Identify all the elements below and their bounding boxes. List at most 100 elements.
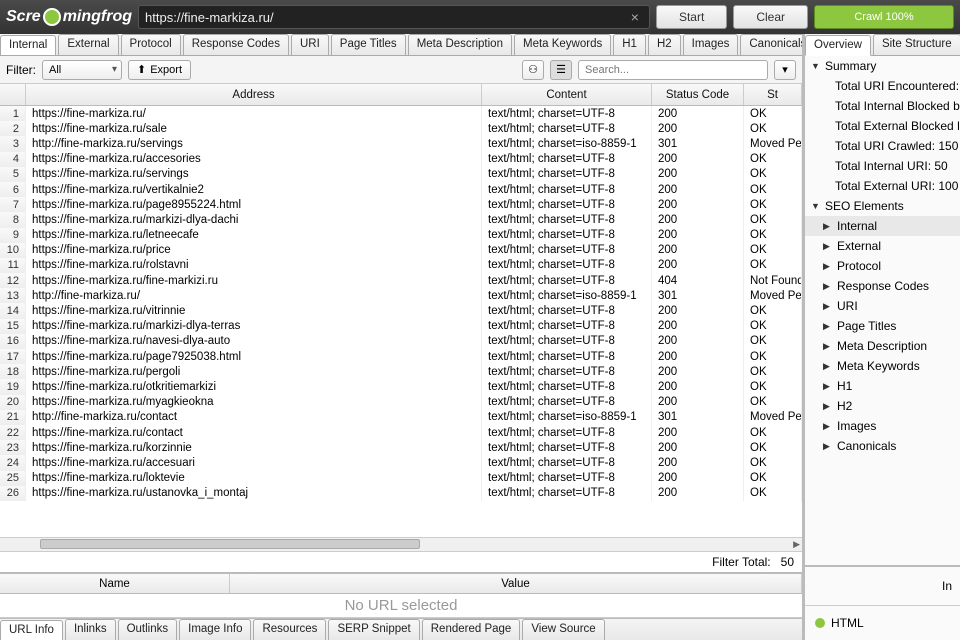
table-row[interactable]: 8https://fine-markiza.ru/markizi-dlya-da… (0, 212, 802, 227)
seo-item-h2[interactable]: ▶H2 (805, 396, 960, 416)
tab-protocol[interactable]: Protocol (121, 34, 181, 55)
seo-item-response-codes[interactable]: ▶Response Codes (805, 276, 960, 296)
bottom-tab-inlinks[interactable]: Inlinks (65, 619, 116, 640)
tab-meta-description[interactable]: Meta Description (408, 34, 512, 55)
tab-images[interactable]: Images (683, 34, 739, 55)
table-row[interactable]: 2https://fine-markiza.ru/saletext/html; … (0, 121, 802, 136)
col-status-text[interactable]: St (744, 84, 802, 105)
export-button[interactable]: ⬆Export (128, 60, 191, 80)
table-row[interactable]: 5https://fine-markiza.ru/servingstext/ht… (0, 167, 802, 182)
bottom-tab-rendered-page[interactable]: Rendered Page (422, 619, 521, 640)
bottom-tab-url-info[interactable]: URL Info (0, 620, 63, 640)
seo-item-h1[interactable]: ▶H1 (805, 376, 960, 396)
horizontal-scrollbar[interactable]: ▶ (0, 537, 802, 551)
seo-item-images[interactable]: ▶Images (805, 416, 960, 436)
seo-item-meta-description[interactable]: ▶Meta Description (805, 336, 960, 356)
table-row[interactable]: 24https://fine-markiza.ru/accesuaritext/… (0, 455, 802, 470)
table-row[interactable]: 4https://fine-markiza.ru/accesoriestext/… (0, 152, 802, 167)
table-row[interactable]: 26https://fine-markiza.ru/ustanovka_i_mo… (0, 486, 802, 501)
summary-item[interactable]: Total External URI: 100 (805, 176, 960, 196)
bottom-tab-outlinks[interactable]: Outlinks (118, 619, 178, 640)
cell-status-code: 200 (652, 364, 744, 379)
tab-canonicals[interactable]: Canonicals (740, 34, 802, 55)
tab-uri[interactable]: URI (291, 34, 329, 55)
cell-address: https://fine-markiza.ru/page8955224.html (26, 197, 482, 212)
logo-text-pre: Scre (6, 8, 41, 26)
summary-item[interactable]: Total Internal URI: 50 (805, 156, 960, 176)
tab-meta-keywords[interactable]: Meta Keywords (514, 34, 611, 55)
table-row[interactable]: 3http://fine-markiza.ru/servingstext/htm… (0, 136, 802, 151)
url-input[interactable] (145, 10, 627, 25)
col-content[interactable]: Content (482, 84, 652, 105)
cell-content: text/html; charset=UTF-8 (482, 440, 652, 455)
detail-col-name[interactable]: Name (0, 574, 230, 593)
start-button[interactable]: Start (656, 5, 727, 29)
tree-seo-elements[interactable]: ▼SEO Elements (805, 196, 960, 216)
bottom-tab-resources[interactable]: Resources (253, 619, 326, 640)
table-row[interactable]: 11https://fine-markiza.ru/rolstavnitext/… (0, 258, 802, 273)
tab-internal[interactable]: Internal (0, 35, 56, 56)
table-row[interactable]: 19https://fine-markiza.ru/otkritiemarkiz… (0, 379, 802, 394)
summary-item[interactable]: Total URI Encountered: (805, 76, 960, 96)
table-row[interactable]: 22https://fine-markiza.ru/contacttext/ht… (0, 425, 802, 440)
col-status-code[interactable]: Status Code (652, 84, 744, 105)
table-row[interactable]: 17https://fine-markiza.ru/page7925038.ht… (0, 349, 802, 364)
cell-address: https://fine-markiza.ru/vitrinnie (26, 303, 482, 318)
seo-item-page-titles[interactable]: ▶Page Titles (805, 316, 960, 336)
col-address[interactable]: Address (26, 84, 482, 105)
table-row[interactable]: 18https://fine-markiza.ru/pergolitext/ht… (0, 364, 802, 379)
tab-response-codes[interactable]: Response Codes (183, 34, 289, 55)
table-row[interactable]: 14https://fine-markiza.ru/vitrinnietext/… (0, 303, 802, 318)
col-rownum[interactable] (0, 84, 26, 105)
cell-content: text/html; charset=UTF-8 (482, 471, 652, 486)
side-tab-overview[interactable]: Overview (805, 35, 871, 56)
bottom-tab-serp-snippet[interactable]: SERP Snippet (328, 619, 419, 640)
filter-select[interactable]: All (42, 60, 122, 80)
caret-down-icon: ▼ (811, 201, 821, 211)
seo-item-protocol[interactable]: ▶Protocol (805, 256, 960, 276)
table-row[interactable]: 9https://fine-markiza.ru/letneecafetext/… (0, 228, 802, 243)
scroll-right-icon[interactable]: ▶ (793, 539, 800, 550)
bottom-tab-image-info[interactable]: Image Info (179, 619, 251, 640)
cell-content: text/html; charset=UTF-8 (482, 152, 652, 167)
tab-external[interactable]: External (58, 34, 118, 55)
table-row[interactable]: 12https://fine-markiza.ru/fine-markizi.r… (0, 273, 802, 288)
tree-summary[interactable]: ▼Summary (805, 56, 960, 76)
table-row[interactable]: 23https://fine-markiza.ru/korzinnietext/… (0, 440, 802, 455)
tab-h1[interactable]: H1 (613, 34, 646, 55)
summary-item[interactable]: Total URI Crawled: 150 (805, 136, 960, 156)
side-tab-site-structure[interactable]: Site Structure (873, 34, 960, 55)
search-dropdown-icon[interactable]: ▾ (774, 60, 796, 80)
table-row[interactable]: 10https://fine-markiza.ru/pricetext/html… (0, 243, 802, 258)
seo-item-meta-keywords[interactable]: ▶Meta Keywords (805, 356, 960, 376)
tree-view-icon[interactable]: ⚇ (522, 60, 544, 80)
logo-text-post: mingfrog (63, 8, 132, 26)
url-clear-icon[interactable]: × (627, 9, 643, 25)
search-input[interactable] (578, 60, 768, 80)
tab-h2[interactable]: H2 (648, 34, 681, 55)
table-row[interactable]: 25https://fine-markiza.ru/loktevietext/h… (0, 471, 802, 486)
list-view-icon[interactable]: ☰ (550, 60, 572, 80)
table-row[interactable]: 13http://fine-markiza.ru/text/html; char… (0, 288, 802, 303)
clear-button[interactable]: Clear (733, 5, 808, 29)
table-row[interactable]: 1https://fine-markiza.ru/text/html; char… (0, 106, 802, 121)
table-row[interactable]: 21http://fine-markiza.ru/contacttext/htm… (0, 410, 802, 425)
summary-item[interactable]: Total Internal Blocked b (805, 96, 960, 116)
table-row[interactable]: 15https://fine-markiza.ru/markizi-dlya-t… (0, 319, 802, 334)
table-row[interactable]: 7https://fine-markiza.ru/page8955224.htm… (0, 197, 802, 212)
row-number: 6 (0, 182, 26, 197)
bottom-tab-view-source[interactable]: View Source (522, 619, 604, 640)
table-row[interactable]: 6https://fine-markiza.ru/vertikalnie2tex… (0, 182, 802, 197)
scrollbar-thumb[interactable] (40, 539, 420, 549)
seo-item-external[interactable]: ▶External (805, 236, 960, 256)
seo-item-internal[interactable]: ▶Internal (805, 216, 960, 236)
detail-col-value[interactable]: Value (230, 574, 802, 593)
cell-status-text: OK (744, 455, 802, 470)
table-row[interactable]: 20https://fine-markiza.ru/myagkieoknatex… (0, 395, 802, 410)
cell-address: https://fine-markiza.ru/rolstavni (26, 258, 482, 273)
tab-page-titles[interactable]: Page Titles (331, 34, 406, 55)
table-row[interactable]: 16https://fine-markiza.ru/navesi-dlya-au… (0, 334, 802, 349)
summary-item[interactable]: Total External Blocked l (805, 116, 960, 136)
seo-item-canonicals[interactable]: ▶Canonicals (805, 436, 960, 456)
seo-item-uri[interactable]: ▶URI (805, 296, 960, 316)
